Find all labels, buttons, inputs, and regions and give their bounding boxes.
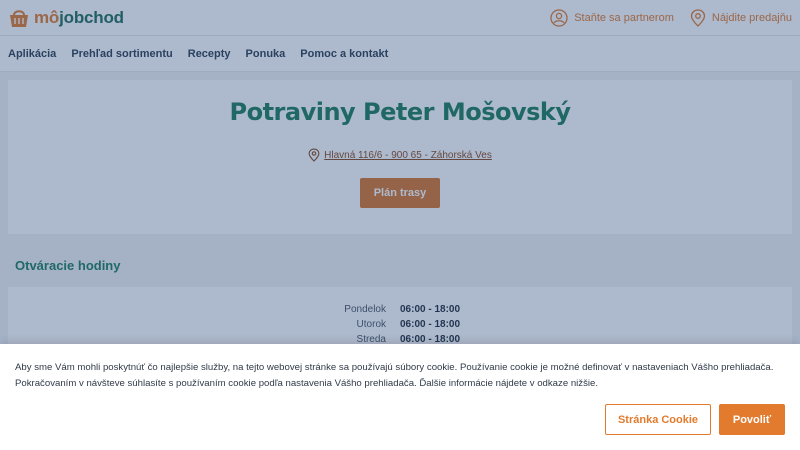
store-title: Potraviny Peter Mošovský (229, 98, 571, 126)
hours-row: Utorok 06:00 - 18:00 (8, 317, 792, 332)
nav-item-prehlad-sortimentu[interactable]: Prehľad sortimentu (71, 48, 172, 60)
cookie-accept-button[interactable]: Povoliť (719, 404, 785, 435)
store-address-link[interactable]: Hlavná 116/6 - 900 65 - Záhorská Ves (8, 148, 792, 162)
partner-link-label: Staňte sa partnerom (574, 11, 674, 24)
cookie-consent-banner: Aby sme Vám mohli poskytnúť čo najlepšie… (0, 344, 800, 450)
user-icon (550, 8, 568, 27)
location-pin-icon (690, 8, 706, 27)
find-store-link[interactable]: Nájdite predajňu (690, 8, 792, 27)
hours-time: 06:00 - 18:00 (400, 304, 461, 315)
hours-row: Pondelok 06:00 - 18:00 (8, 302, 792, 317)
site-header: môjobchod Staňte sa partnerom Nájdite pr… (0, 0, 800, 36)
location-pin-icon (308, 148, 320, 162)
logo-text: môjobchod (34, 7, 124, 27)
logo[interactable]: môjobchod (8, 7, 124, 29)
store-address: Hlavná 116/6 - 900 65 - Záhorská Ves (324, 149, 492, 161)
cookie-settings-button[interactable]: Stránka Cookie (605, 404, 711, 435)
hours-time: 06:00 - 18:00 (400, 319, 461, 330)
find-store-link-label: Nájdite predajňu (711, 11, 792, 24)
hours-day: Pondelok (344, 304, 386, 315)
main-content: Potraviny Peter Mošovský Hlavná 116/6 - … (0, 72, 800, 377)
main-nav: Aplikácia Prehľad sortimentu Recepty Pon… (0, 36, 800, 72)
hours-day: Utorok (356, 319, 386, 330)
opening-hours-heading: Otváracie hodiny (15, 258, 121, 273)
nav-item-pomoc-a-kontakt[interactable]: Pomoc a kontakt (300, 48, 388, 60)
basket-icon (10, 9, 28, 27)
cookie-consent-text: Aby sme Vám mohli poskytnúť čo najlepšie… (15, 362, 774, 389)
route-plan-button[interactable]: Plán trasy (359, 178, 441, 208)
nav-item-ponuka[interactable]: Ponuka (246, 48, 286, 60)
partner-link[interactable]: Staňte sa partnerom (550, 8, 674, 27)
nav-item-recepty[interactable]: Recepty (188, 48, 231, 60)
nav-item-aplikacia[interactable]: Aplikácia (8, 48, 56, 60)
store-card: Potraviny Peter Mošovský Hlavná 116/6 - … (8, 80, 792, 234)
